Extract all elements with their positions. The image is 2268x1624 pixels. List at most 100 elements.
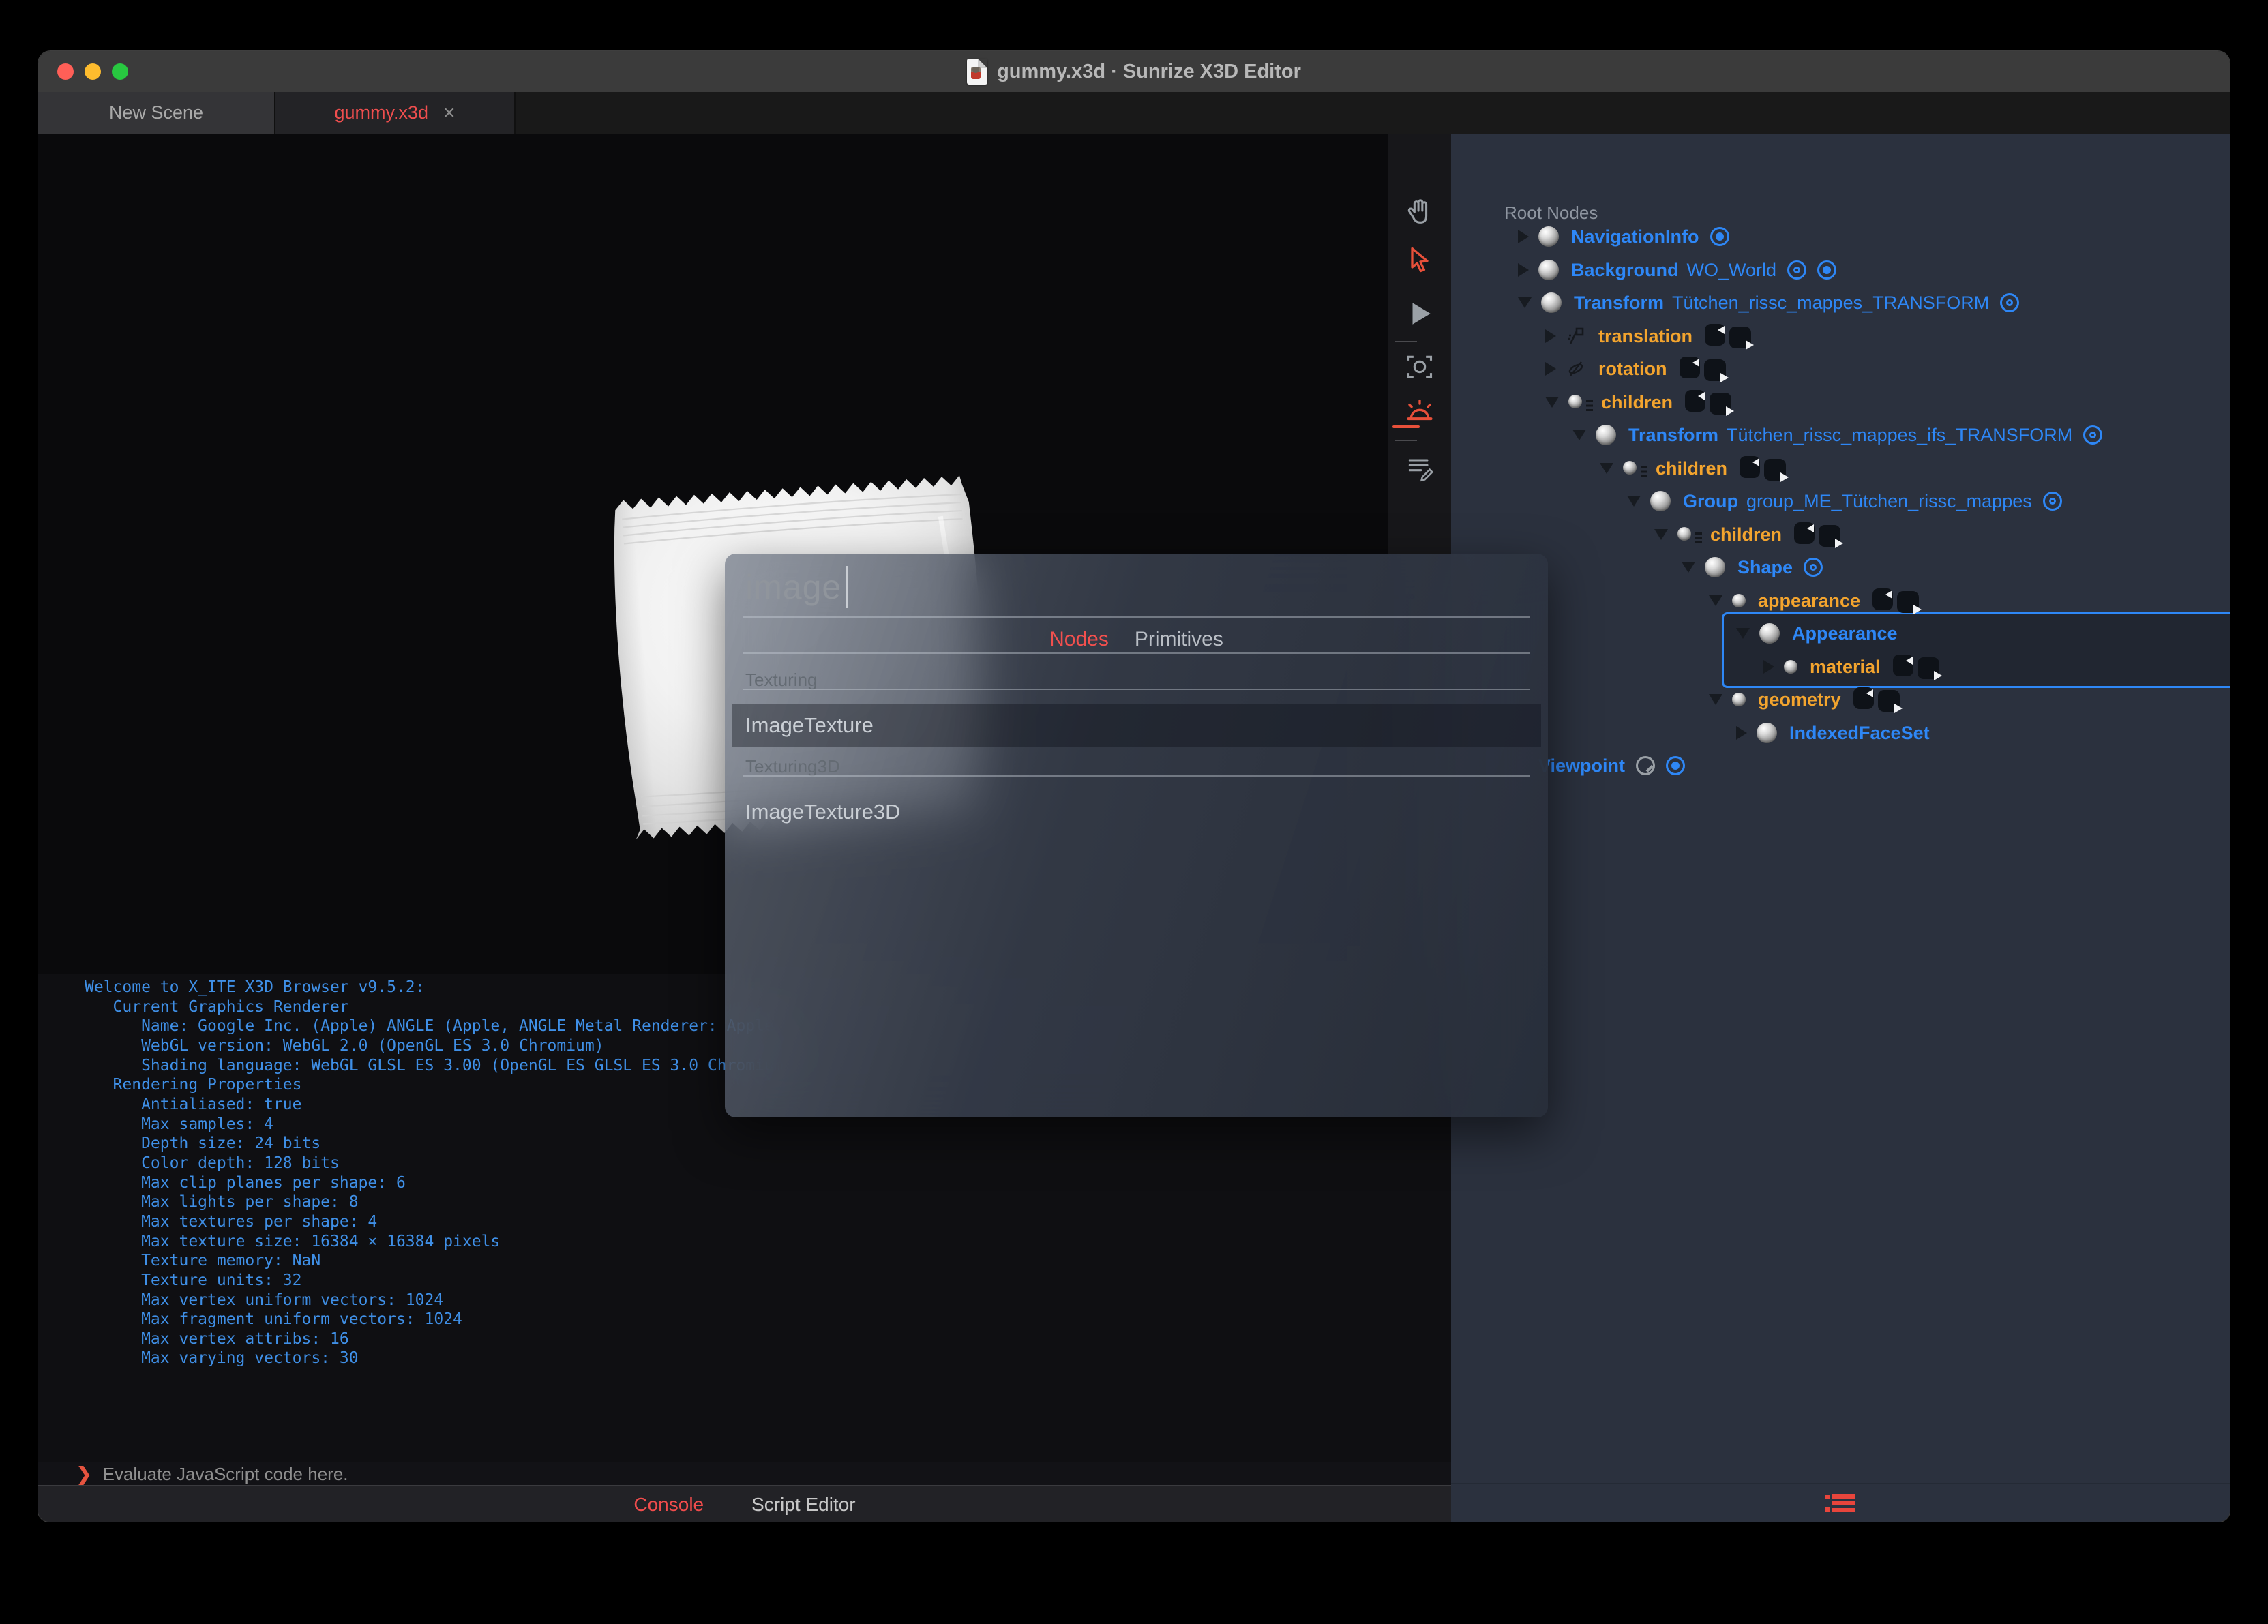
document-tab[interactable]: New Scene (38, 92, 275, 134)
tree-row[interactable]: material (1763, 650, 1943, 683)
expand-arrow-icon[interactable] (1682, 562, 1695, 573)
dialog-section-label: Texturing (745, 670, 818, 690)
expand-arrow-icon[interactable] (1572, 430, 1586, 440)
expand-arrow-icon[interactable] (1736, 726, 1747, 740)
route-connector-icons[interactable] (1852, 685, 1904, 715)
field-name-label: children (1601, 391, 1673, 412)
console-prompt-row[interactable]: ❯ Evaluate JavaScript code here. (38, 1462, 1451, 1486)
bind-target-icon[interactable] (1817, 260, 1837, 280)
dialog-tab-primitives[interactable]: Primitives (1135, 628, 1223, 651)
tree-row[interactable]: geometry (1709, 683, 1904, 716)
route-connector-icons[interactable] (1871, 586, 1923, 616)
route-connector-icons[interactable] (1892, 652, 1943, 682)
tree-row[interactable]: translation (1545, 320, 1755, 352)
arrow-select-icon[interactable] (1405, 245, 1435, 275)
tree-row[interactable]: children (1545, 386, 1735, 419)
field-name-label: appearance (1758, 590, 1861, 611)
visibility-eye-icon[interactable] (2000, 293, 2020, 312)
node-sphere-icon (1538, 226, 1559, 247)
node-type-label: Shape (1737, 556, 1793, 577)
console-tab-bar: Console Script Editor (38, 1485, 1451, 1522)
play-icon[interactable] (1405, 299, 1434, 328)
console-prompt-placeholder: Evaluate JavaScript code here. (102, 1463, 348, 1484)
route-connector-icons[interactable] (1684, 387, 1735, 417)
light-sun-icon[interactable] (1405, 397, 1435, 427)
node-def-name-label: Tütchen_rissc_mappes_ifs_TRANSFORM (1727, 424, 2073, 445)
visibility-eye-icon[interactable] (1787, 260, 1807, 280)
text-caret (846, 566, 849, 608)
tree-row[interactable]: Transform Tütchen_rissc_mappes_ifs_TRANSF… (1572, 419, 2103, 451)
expand-arrow-icon[interactable] (1627, 496, 1641, 507)
expand-arrow-icon[interactable] (1709, 595, 1722, 606)
children-field-icon (1623, 458, 1647, 479)
visibility-eye-icon[interactable] (2042, 492, 2062, 511)
route-connector-icons[interactable] (1738, 453, 1790, 483)
field-sphere-icon (1784, 660, 1797, 674)
bind-target-icon[interactable] (1666, 756, 1686, 775)
zoom-window-button[interactable] (112, 63, 128, 80)
tree-row[interactable]: children (1654, 518, 1845, 551)
tree-row[interactable]: NavigationInfo (1518, 220, 1729, 253)
snapshot-camera-icon[interactable] (1405, 352, 1435, 382)
document-tab[interactable]: gummy.x3d × (275, 92, 516, 134)
expand-arrow-icon[interactable] (1518, 297, 1532, 308)
dialog-divider (743, 689, 1530, 690)
tree-row[interactable]: Transform Tütchen_rissc_mappes_TRANSFORM (1518, 286, 2020, 319)
node-def-name-label: WO_World (1686, 259, 1777, 280)
translation-field-icon (1566, 326, 1586, 346)
expand-arrow-icon[interactable] (1763, 660, 1774, 674)
document-tab-label: New Scene (108, 102, 204, 123)
toolbar-divider (1395, 341, 1417, 342)
field-sphere-icon (1732, 594, 1746, 607)
dialog-section-label: Texturing3D (745, 756, 840, 777)
visibility-eye-icon[interactable] (2083, 425, 2103, 445)
console-tab-console[interactable]: Console (633, 1494, 704, 1516)
outline-list-icon[interactable] (1825, 1491, 1856, 1516)
expand-arrow-icon[interactable] (1545, 362, 1556, 376)
node-type-label: IndexedFaceSet (1789, 722, 1930, 743)
script-list-pencil-icon[interactable] (1405, 453, 1435, 483)
route-connector-icons[interactable] (1678, 354, 1730, 384)
edit-wrench-icon[interactable] (1636, 756, 1656, 775)
tree-row[interactable]: Background WO_World (1518, 254, 1837, 286)
node-type-label: Group (1683, 490, 1738, 511)
title-bar[interactable]: gummy.x3d · Sunrize X3D Editor (38, 51, 2230, 92)
pan-hand-icon[interactable] (1404, 196, 1435, 228)
expand-arrow-icon[interactable] (1518, 230, 1529, 243)
node-sphere-icon (1650, 491, 1671, 511)
dialog-tab-nodes[interactable]: Nodes (1049, 628, 1109, 651)
expand-arrow-icon[interactable] (1600, 463, 1613, 474)
tree-row[interactable]: Group group_ME_Tütchen_rissc_mappes (1627, 485, 2062, 517)
bind-target-icon[interactable] (1710, 227, 1729, 246)
expand-arrow-icon[interactable] (1518, 263, 1529, 277)
field-name-label: rotation (1598, 358, 1667, 379)
minimize-window-button[interactable] (85, 63, 101, 80)
tree-row[interactable]: children (1600, 452, 1790, 485)
node-type-label: Viewpoint (1538, 755, 1626, 776)
dialog-divider (743, 775, 1530, 777)
node-search-input[interactable]: image (745, 562, 849, 612)
node-def-name-label: group_ME_Tütchen_rissc_mappes (1746, 490, 2032, 511)
node-def-name-label: Tütchen_rissc_mappes_TRANSFORM (1672, 292, 1990, 313)
window-title: gummy.x3d · Sunrize X3D Editor (997, 60, 1301, 82)
dialog-result-item[interactable]: ImageTexture (745, 704, 874, 747)
tree-row[interactable]: appearance (1709, 584, 1923, 617)
dialog-result-item[interactable]: ImageTexture3D (745, 790, 900, 834)
expand-arrow-icon[interactable] (1709, 694, 1722, 705)
tree-row[interactable]: Appearance (1736, 617, 1898, 650)
field-name-label: children (1710, 524, 1782, 545)
expand-arrow-icon[interactable] (1736, 628, 1750, 639)
tree-row[interactable]: rotation (1545, 352, 1730, 385)
visibility-eye-icon[interactable] (1804, 558, 1823, 577)
close-window-button[interactable] (57, 63, 74, 80)
children-field-icon (1568, 392, 1593, 412)
expand-arrow-icon[interactable] (1654, 529, 1668, 540)
tree-row[interactable]: Shape (1682, 551, 1823, 584)
expand-arrow-icon[interactable] (1545, 329, 1556, 343)
console-tab-script-editor[interactable]: Script Editor (751, 1494, 856, 1516)
route-connector-icons[interactable] (1703, 321, 1755, 351)
route-connector-icons[interactable] (1793, 520, 1845, 550)
tree-row[interactable]: IndexedFaceSet (1736, 717, 1930, 749)
expand-arrow-icon[interactable] (1545, 397, 1559, 408)
tab-close-icon[interactable]: × (443, 102, 456, 123)
